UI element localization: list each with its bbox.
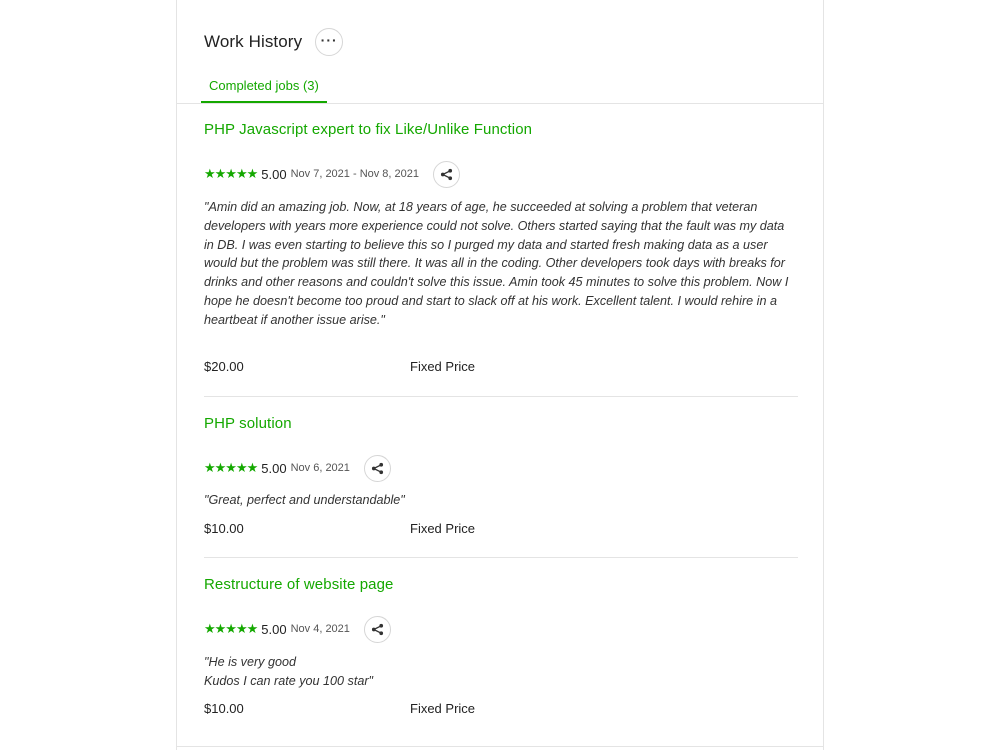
- job-item: PHP solution ★★★★★ 5.00 Nov 6, 2021 "Gre…: [204, 415, 798, 536]
- share-button[interactable]: [363, 615, 391, 643]
- rating-score: 5.00: [261, 621, 287, 637]
- work-history-panel: Work History ··· Completed jobs (3) PHP …: [176, 0, 824, 750]
- share-icon: [371, 462, 383, 474]
- panel-bottom-divider: [177, 746, 824, 747]
- job-item: PHP Javascript expert to fix Like/Unlike…: [204, 121, 798, 374]
- job-item: Restructure of website page ★★★★★ 5.00 N…: [204, 576, 798, 716]
- job-price: $10.00: [204, 701, 244, 716]
- more-options-button[interactable]: ···: [315, 28, 344, 56]
- star-rating-icon: ★★★★★: [204, 621, 258, 636]
- job-title-link[interactable]: PHP solution: [204, 415, 798, 432]
- tab-bar: Completed jobs (3): [177, 70, 824, 104]
- rating-score: 5.00: [261, 166, 287, 182]
- price-row: $10.00 Fixed Price: [204, 521, 475, 536]
- share-icon: [440, 168, 453, 180]
- job-divider: [204, 557, 798, 558]
- tab-completed-jobs[interactable]: Completed jobs (3): [201, 70, 327, 103]
- section-title: Work History: [204, 32, 303, 51]
- share-button[interactable]: [363, 454, 391, 482]
- price-type: Fixed Price: [410, 521, 476, 536]
- price-type: Fixed Price: [410, 701, 476, 716]
- rating-row: ★★★★★ 5.00 Nov 7, 2021 - Nov 8, 2021: [204, 160, 461, 188]
- price-row: $20.00 Fixed Price: [204, 359, 475, 374]
- job-price: $20.00: [204, 359, 244, 374]
- more-horizontal-icon: ···: [320, 32, 338, 48]
- client-feedback: "Amin did an amazing job. Now, at 18 yea…: [204, 200, 789, 327]
- client-feedback: "Great, perfect and understandable": [204, 493, 405, 507]
- share-button[interactable]: [433, 160, 461, 188]
- job-dates: Nov 6, 2021: [290, 462, 350, 474]
- job-title-link[interactable]: Restructure of website page: [204, 576, 798, 593]
- job-dates: Nov 4, 2021: [290, 623, 350, 635]
- job-dates: Nov 7, 2021 - Nov 8, 2021: [290, 168, 420, 180]
- rating-row: ★★★★★ 5.00 Nov 4, 2021: [204, 615, 391, 643]
- rating-row: ★★★★★ 5.00 Nov 6, 2021: [204, 454, 391, 482]
- star-rating-icon: ★★★★★: [204, 166, 258, 181]
- job-divider: [204, 396, 798, 397]
- rating-score: 5.00: [261, 460, 287, 476]
- star-rating-icon: ★★★★★: [204, 460, 258, 475]
- job-title-link[interactable]: PHP Javascript expert to fix Like/Unlike…: [204, 121, 798, 138]
- price-type: Fixed Price: [410, 359, 476, 374]
- price-row: $10.00 Fixed Price: [204, 701, 475, 716]
- work-history-header: Work History ···: [204, 28, 344, 56]
- job-price: $10.00: [204, 521, 244, 536]
- client-feedback: "He is very good Kudos I can rate you 10…: [204, 655, 373, 688]
- share-icon: [371, 623, 383, 635]
